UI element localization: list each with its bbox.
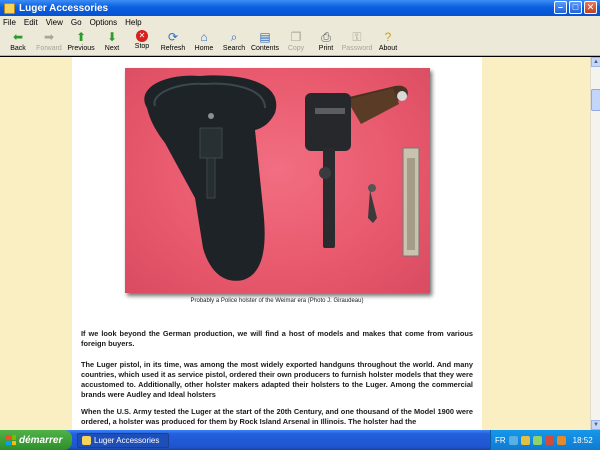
search-icon: ⌕ [230,30,238,44]
content-viewport: Probably a Police holster of the Weimar … [0,57,590,430]
up-arrow-icon: ⬆ [75,30,87,44]
left-margin [0,57,72,430]
system-tray: FR 18:52 [490,430,600,450]
taskbar-window-label: Luger Accessories [94,435,160,445]
network-icon[interactable] [508,435,518,445]
help-window-icon [82,435,91,445]
home-button[interactable]: ⌂ Home [189,29,219,56]
taskbar: démarrer Luger Accessories FR 18:52 [0,430,600,450]
refresh-icon: ⟳ [167,30,179,44]
update-icon[interactable] [532,435,542,445]
password-label: Password [341,45,373,52]
paragraph-3: When the U.S. Army tested the Luger at t… [81,407,473,426]
copy-icon: ❐ [290,30,302,44]
paragraph-1: If we look beyond the German production,… [81,329,473,348]
search-button[interactable]: ⌕ Search [219,29,249,56]
copy-label: Copy [287,45,305,52]
maximize-button[interactable]: □ [569,1,582,14]
back-button[interactable]: ⬅ Back [3,29,33,56]
holster-photo [125,68,430,293]
print-button[interactable]: ⎙ Print [311,29,341,56]
forward-arrow-icon: ➡ [43,30,55,44]
security-icon[interactable] [520,435,530,445]
app-icon [4,2,15,14]
menu-view[interactable]: View [46,18,63,27]
password-button[interactable]: ⚿ Password [341,29,373,56]
close-button[interactable]: ✕ [584,1,597,14]
forward-label: Forward [36,45,62,52]
refresh-label: Refresh [160,45,186,52]
scroll-down-icon[interactable]: ▼ [591,420,600,430]
menu-bar: File Edit View Go Options Help [0,16,600,29]
photo-caption: Probably a Police holster of the Weimar … [190,298,364,304]
vertical-scrollbar[interactable]: ▲ ▼ [590,57,600,430]
next-button[interactable]: ⬇ Next [97,29,127,56]
stop-label: Stop [134,43,150,50]
down-arrow-icon: ⬇ [106,30,118,44]
print-icon: ⎙ [321,30,331,44]
clock[interactable]: 18:52 [573,436,593,445]
paragraph-2: The Luger pistol, in its time, was among… [81,360,473,399]
language-indicator[interactable]: FR [495,436,506,445]
print-label: Print [318,45,334,52]
forward-button[interactable]: ➡ Forward [33,29,65,56]
start-label: démarrer [19,434,63,446]
antivirus-icon[interactable] [544,435,554,445]
previous-label: Previous [67,45,95,52]
windows-logo-icon [6,435,16,445]
holster-and-pistol-illustration [144,75,420,281]
password-icon: ⚿ [352,30,362,44]
home-label: Home [194,45,214,52]
taskbar-window-button[interactable]: Luger Accessories [77,432,169,448]
window-title: Luger Accessories [19,2,109,14]
menu-go[interactable]: Go [71,18,82,27]
minimize-button[interactable]: – [554,1,567,14]
menu-options[interactable]: Options [90,18,118,27]
refresh-button[interactable]: ⟳ Refresh [157,29,189,56]
scroll-thumb[interactable] [591,89,600,111]
search-label: Search [222,45,246,52]
mail-icon[interactable] [556,435,566,445]
next-label: Next [104,45,120,52]
toolbar: ⬅ Back ➡ Forward ⬆ Previous ⬇ Next ✕ Sto… [0,29,600,56]
menu-file[interactable]: File [3,18,16,27]
copy-button[interactable]: ❐ Copy [281,29,311,56]
stop-icon: ✕ [136,30,148,42]
start-button[interactable]: démarrer [0,430,72,450]
right-margin [482,57,590,430]
title-bar: Luger Accessories – □ ✕ [0,0,600,16]
contents-label: Contents [250,45,280,52]
back-arrow-icon: ⬅ [12,30,24,44]
about-icon: ? [384,30,392,44]
home-icon: ⌂ [200,30,208,44]
about-button[interactable]: ? About [373,29,403,56]
previous-button[interactable]: ⬆ Previous [65,29,97,56]
contents-icon: ▤ [259,30,271,44]
stop-button[interactable]: ✕ Stop [127,29,157,56]
menu-help[interactable]: Help [125,18,141,27]
about-label: About [378,45,398,52]
back-label: Back [10,45,26,52]
contents-button[interactable]: ▤ Contents [249,29,281,56]
scroll-up-icon[interactable]: ▲ [591,57,600,67]
article-page: Probably a Police holster of the Weimar … [72,57,482,430]
menu-edit[interactable]: Edit [24,18,38,27]
